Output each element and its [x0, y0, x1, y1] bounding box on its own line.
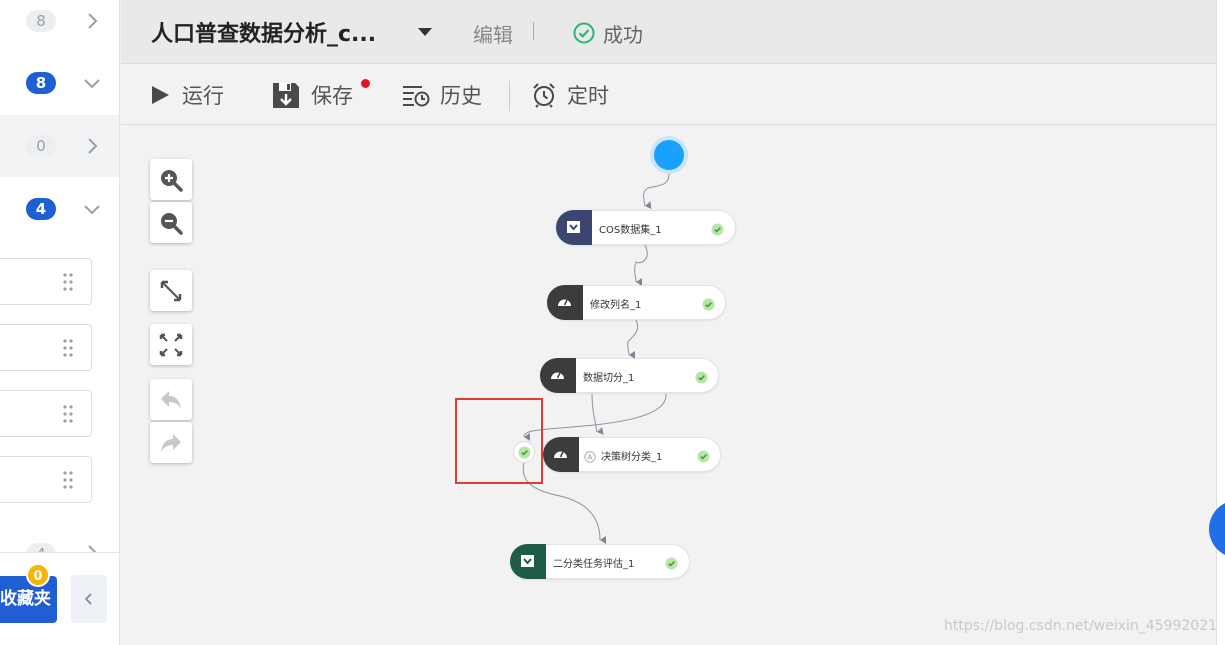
success-check-icon [711, 221, 724, 236]
node-label: 二分类任务评估_1 [553, 559, 635, 570]
watermark: https://blog.csdn.net/weixin_45992021 [944, 618, 1218, 634]
success-check-icon [702, 296, 715, 311]
success-check-icon [665, 555, 678, 570]
success-check-icon [697, 448, 710, 463]
gauge-icon [547, 285, 583, 320]
gauge-icon [540, 358, 576, 393]
workflow-node[interactable]: 决策树分类_1 [543, 437, 721, 472]
node-label: 决策树分类_1 [601, 452, 663, 463]
dataset-icon [556, 210, 592, 245]
algorithm-a-icon [584, 448, 596, 463]
start-node[interactable] [650, 136, 688, 174]
workflow-node[interactable]: 数据切分_1 [540, 358, 719, 393]
workflow-node[interactable]: 修改列名_1 [547, 285, 726, 320]
node-label: COS数据集_1 [599, 225, 662, 236]
workflow-node[interactable]: 二分类任务评估_1 [510, 544, 690, 579]
workflow-node[interactable]: COS数据集_1 [556, 210, 736, 245]
success-check-icon [695, 369, 708, 384]
node-label: 修改列名_1 [590, 300, 642, 311]
gauge-icon [543, 437, 579, 472]
node-label: 数据切分_1 [583, 373, 635, 384]
dataset-icon [510, 544, 546, 579]
start-node-core [654, 140, 684, 170]
highlight-box [455, 398, 543, 484]
